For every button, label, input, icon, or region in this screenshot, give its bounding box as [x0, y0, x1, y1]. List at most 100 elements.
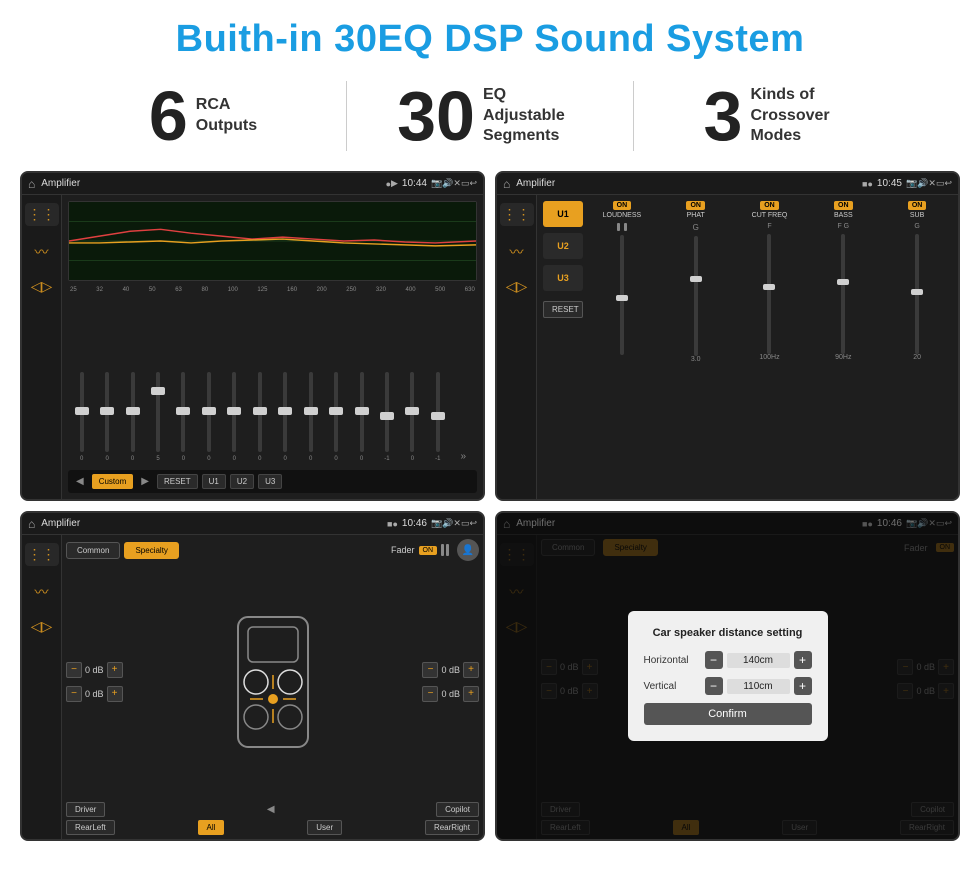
minimize-icon-3[interactable]: ▭ [461, 518, 470, 529]
next-btn[interactable]: ▶ [137, 476, 153, 487]
slider-thumb-6[interactable] [227, 407, 241, 415]
slider-thumb-14[interactable] [431, 412, 445, 420]
crossover-reset-btn[interactable]: RESET [543, 301, 583, 318]
driver-btn[interactable]: Driver [66, 802, 105, 817]
u1-select-btn[interactable]: U1 [543, 201, 583, 227]
slider-thumb-9[interactable] [304, 407, 318, 415]
phat-on[interactable]: ON [686, 201, 705, 210]
slider-thumb-10[interactable] [329, 407, 343, 415]
slider-thumb-12[interactable] [380, 412, 394, 420]
loudness-slider[interactable] [620, 235, 624, 355]
horizontal-minus[interactable]: − [705, 651, 723, 669]
eq-icon-3[interactable]: ⋮⋮ [25, 543, 59, 566]
bass-slider[interactable] [841, 234, 845, 354]
left-arrow[interactable]: ◀ [267, 804, 275, 815]
phat-thumb[interactable] [690, 276, 702, 282]
sub-on[interactable]: ON [908, 201, 927, 210]
slider-track-3[interactable] [156, 372, 160, 452]
u1-btn[interactable]: U1 [202, 474, 226, 489]
eq-icon-2[interactable]: ⋮⋮ [500, 203, 534, 226]
home-icon-3[interactable]: ⌂ [28, 517, 35, 531]
confirm-button[interactable]: Confirm [644, 703, 812, 725]
slider-thumb-8[interactable] [278, 407, 292, 415]
slider-track-12[interactable] [385, 372, 389, 452]
loudness-on[interactable]: ON [613, 201, 632, 210]
rearright-btn[interactable]: RearRight [425, 820, 479, 835]
back-icon-1[interactable]: ↩ [469, 178, 477, 189]
prev-btn[interactable]: ◀ [72, 476, 88, 487]
db-minus-bl[interactable]: − [66, 686, 82, 702]
sub-slider[interactable] [915, 234, 919, 354]
close-icon-1[interactable]: ✕ [453, 178, 461, 189]
slider-track-10[interactable] [334, 372, 338, 452]
vertical-minus[interactable]: − [705, 677, 723, 695]
rearleft-btn[interactable]: RearLeft [66, 820, 115, 835]
wave-icon-2[interactable]: 〰 [510, 242, 524, 262]
u3-btn[interactable]: U3 [258, 474, 282, 489]
specialty-tab[interactable]: Specialty [124, 542, 178, 559]
slider-thumb-4[interactable] [176, 407, 190, 415]
slider-track-5[interactable] [207, 372, 211, 452]
sub-thumb[interactable] [911, 289, 923, 295]
slider-track-14[interactable] [436, 372, 440, 452]
db-plus-tr[interactable]: + [463, 662, 479, 678]
back-icon-3[interactable]: ↩ [469, 518, 477, 529]
slider-track-1[interactable] [105, 372, 109, 452]
cutfreq-thumb[interactable] [763, 284, 775, 290]
home-icon[interactable]: ⌂ [28, 177, 35, 191]
slider-track-2[interactable] [131, 372, 135, 452]
u2-select-btn[interactable]: U2 [543, 233, 583, 259]
slider-track-11[interactable] [360, 372, 364, 452]
u3-select-btn[interactable]: U3 [543, 265, 583, 291]
slider-thumb-1[interactable] [100, 407, 114, 415]
db-plus-tl[interactable]: + [107, 662, 123, 678]
volume-sidebar-icon-3[interactable]: ◁▷ [31, 618, 53, 635]
db-plus-bl[interactable]: + [107, 686, 123, 702]
slider-thumb-0[interactable] [75, 407, 89, 415]
slider-thumb-2[interactable] [126, 407, 140, 415]
slider-track-13[interactable] [410, 372, 414, 452]
common-tab[interactable]: Common [66, 542, 120, 559]
fader-on-badge[interactable]: ON [419, 546, 438, 555]
slider-thumb-11[interactable] [355, 407, 369, 415]
close-icon-2[interactable]: ✕ [928, 178, 936, 189]
slider-track-4[interactable] [181, 372, 185, 452]
slider-track-7[interactable] [258, 372, 262, 452]
slider-track-6[interactable] [232, 372, 236, 452]
slider-thumb-13[interactable] [405, 407, 419, 415]
back-icon-2[interactable]: ↩ [944, 178, 952, 189]
close-icon-3[interactable]: ✕ [453, 518, 461, 529]
bass-thumb[interactable] [837, 279, 849, 285]
slider-track-9[interactable] [309, 372, 313, 452]
minimize-icon-2[interactable]: ▭ [936, 178, 945, 189]
minimize-icon-1[interactable]: ▭ [461, 178, 470, 189]
bass-on[interactable]: ON [834, 201, 853, 210]
db-plus-br[interactable]: + [463, 686, 479, 702]
copilot-btn[interactable]: Copilot [436, 802, 479, 817]
volume-sidebar-icon-2[interactable]: ◁▷ [506, 278, 528, 295]
phat-slider[interactable] [694, 236, 698, 356]
slider-thumb-3[interactable] [151, 387, 165, 395]
home-icon-2[interactable]: ⌂ [503, 177, 510, 191]
loudness-thumb[interactable] [616, 295, 628, 301]
all-btn[interactable]: All [198, 820, 225, 835]
db-minus-tl[interactable]: − [66, 662, 82, 678]
slider-thumb-7[interactable] [253, 407, 267, 415]
u2-btn[interactable]: U2 [230, 474, 254, 489]
expand-btn[interactable]: » [452, 441, 475, 462]
vertical-plus[interactable]: + [794, 677, 812, 695]
slider-track-8[interactable] [283, 372, 287, 452]
cutfreq-slider[interactable] [767, 234, 771, 354]
reset-btn[interactable]: RESET [157, 474, 198, 489]
slider-track-0[interactable] [80, 372, 84, 452]
custom-btn[interactable]: Custom [92, 474, 134, 489]
user-btn[interactable]: User [307, 820, 342, 835]
eq-icon[interactable]: ⋮⋮ [25, 203, 59, 226]
wave-icon[interactable]: 〰 [35, 242, 49, 262]
cutfreq-on[interactable]: ON [760, 201, 779, 210]
profile-icon[interactable]: 👤 [457, 539, 479, 561]
db-minus-tr[interactable]: − [422, 662, 438, 678]
horizontal-plus[interactable]: + [794, 651, 812, 669]
volume-sidebar-icon[interactable]: ◁▷ [31, 278, 53, 295]
wave-icon-3[interactable]: 〰 [35, 582, 49, 602]
